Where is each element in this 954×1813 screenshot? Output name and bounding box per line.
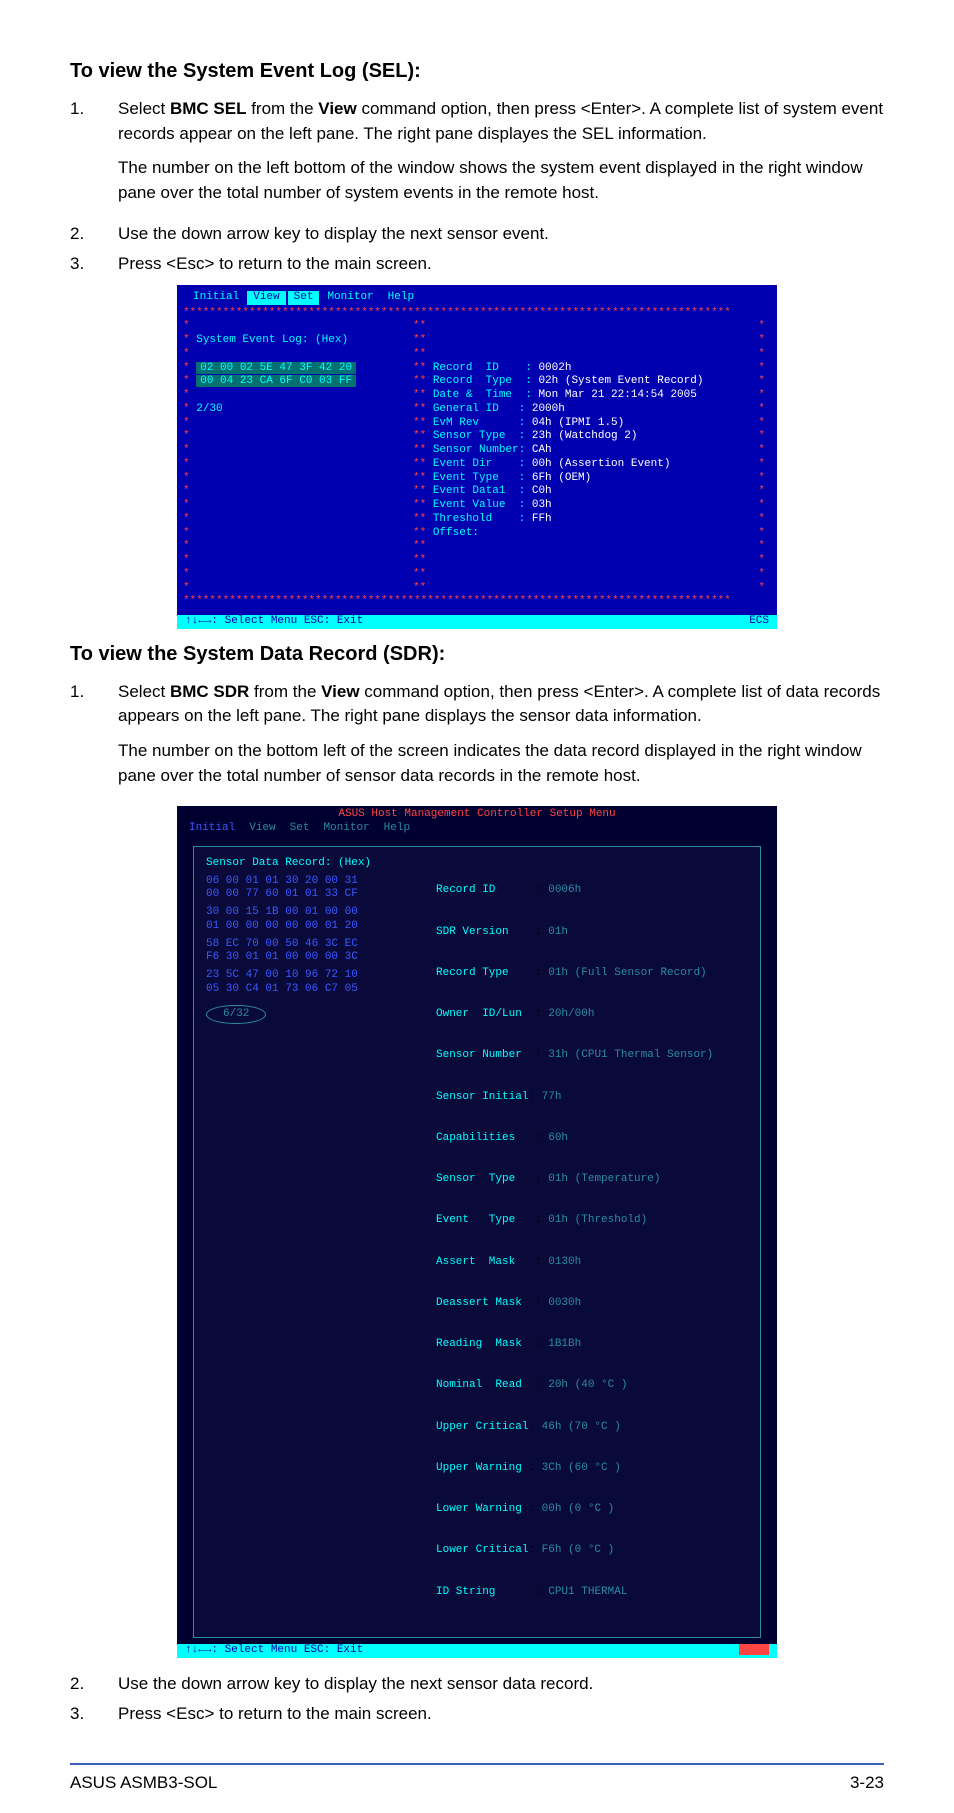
field-row: Upper Warning : 3Ch (60 °C ) [436,1462,748,1476]
field-row: ** Sensor Number: CAh* [413,444,771,458]
page-footer: ASUS ASMB3-SOL 3-23 [70,1763,884,1793]
field-row: ** Date & Time : Mon Mar 21 22:14:54 200… [413,389,771,403]
step-number: 2. [70,1672,118,1697]
field-row: ** Event Value : 03h* [413,499,771,513]
hex-line[interactable]: 02 00 02 5E 47 3F 42 20 [196,362,356,374]
sel-sub: The number on the left bottom of the win… [118,156,884,205]
menu-set[interactable]: Set [288,291,320,305]
field-row: ** Event Type : 6Fh (OEM)* [413,472,771,486]
hex-line[interactable]: 00 04 23 CA 6F C0 03 FF [196,375,356,387]
menu-initial[interactable]: Initial [183,822,241,836]
field-row: ** EvM Rev : 04h (IPMI 1.5)* [413,417,771,431]
step-text: Select BMC SEL from the View command opt… [118,97,884,216]
footer-right: ECS [749,615,769,629]
step-number: 1. [70,680,118,799]
menu-view[interactable]: View [243,822,281,836]
field-row: ** Threshold : FFh* [413,513,771,527]
field-row: Owner ID/Lun : 20h/00h [436,1008,748,1022]
field-row: ** Record Type : 02h (System Event Recor… [413,375,771,389]
sel-steps: 1. Select BMC SEL from the View command … [70,97,884,277]
field-row: Assert Mask : 0130h [436,1256,748,1270]
divider: ****************************************… [183,307,771,321]
step-text: Use the down arrow key to display the ne… [118,1672,884,1697]
field-row: ** Sensor Type : 23h (Watchdog 2)* [413,430,771,444]
hex-line: 30 00 15 1B 00 01 00 00 [206,906,436,920]
menu-help[interactable]: Help [378,822,416,836]
sdr-steps-cont: 2. Use the down arrow key to display the… [70,1672,884,1727]
record-counter: 6/32 [206,1005,266,1025]
menu-view[interactable]: View [247,291,285,305]
step-text: Select BMC SDR from the View command opt… [118,680,884,799]
sdr-steps: 1. Select BMC SDR from the View command … [70,680,884,799]
step-number: 3. [70,252,118,277]
menu-initial[interactable]: Initial [187,291,245,305]
field-row: Reading Mask : 1B1Bh [436,1338,748,1352]
footer-right: 3-23 [850,1773,884,1793]
window-title: ASUS Host Management Controller Setup Me… [177,806,777,822]
step-text: Press <Esc> to return to the main screen… [118,252,884,277]
left-title: System Event Log: (Hex) [196,334,348,346]
field-row: ** Offset:* [413,527,771,541]
field-row: Upper Critical: 46h (70 °C ) [436,1421,748,1435]
field-row: Record ID : 0006h [436,884,748,898]
footer-left: ↑↓←→: Select Menu ESC: Exit [185,615,363,629]
hex-line: 58 EC 70 00 50 46 3C EC [206,938,436,952]
hex-line: 05 30 C4 01 73 06 C7 05 [206,983,436,997]
sdr-screenshot: ASUS Host Management Controller Setup Me… [177,806,777,1657]
step-number: 1. [70,97,118,216]
menu-monitor[interactable]: Monitor [321,291,379,305]
field-row: Sensor Initial: 77h [436,1091,748,1105]
field-row: ** General ID : 2000h* [413,403,771,417]
field-row: ID String : CPU1 THERMAL [436,1586,748,1600]
sdr-heading: To view the System Data Record (SDR): [70,643,884,666]
field-row: Deassert Mask : 0030h [436,1297,748,1311]
hex-line: 01 00 00 00 00 00 01 20 [206,920,436,934]
left-title: Sensor Data Record: (Hex) [206,857,436,871]
footer-bar: ↑↓←→: Select Menu ESC: Exit [177,1644,777,1658]
footer-bar: ↑↓←→: Select Menu ESC: Exit ECS [177,615,777,629]
sel-screenshot: Initial View Set Monitor Help **********… [177,285,777,629]
sel-heading: To view the System Event Log (SEL): [70,60,884,83]
field-row: ** Record ID : 0002h* [413,362,771,376]
hex-line: 00 00 77 60 01 01 33 CF [206,888,436,902]
event-counter: 2/30 [196,403,222,415]
field-row: Lower Critical: F6h (0 °C ) [436,1544,748,1558]
hex-line: F6 30 01 01 00 00 00 3C [206,951,436,965]
step-number: 2. [70,222,118,247]
menu-set[interactable]: Set [284,822,316,836]
field-row: ** Event Dir : 00h (Assertion Event)* [413,458,771,472]
menu-monitor[interactable]: Monitor [317,822,375,836]
field-row: Event Type : 01h (Threshold) [436,1214,748,1228]
field-row: Lower Warning : 00h (0 °C ) [436,1503,748,1517]
field-row: Sensor Type : 01h (Temperature) [436,1173,748,1187]
field-row: Nominal Read : 20h (40 °C ) [436,1379,748,1393]
hex-line: 23 5C 47 00 10 96 72 10 [206,969,436,983]
hex-line: 06 00 01 01 30 20 00 31 [206,875,436,889]
field-row: ** Event Data1 : C0h* [413,485,771,499]
sdr-sub: The number on the bottom left of the scr… [118,739,884,788]
step-text: Press <Esc> to return to the main screen… [118,1702,884,1727]
menubar: Initial View Set Monitor Help [183,289,771,307]
divider: ****************************************… [183,595,771,609]
field-row: Record Type : 01h (Full Sensor Record) [436,967,748,981]
menubar: Initial View Set Monitor Help [177,822,777,836]
field-row: Sensor Number : 31h (CPU1 Thermal Sensor… [436,1049,748,1063]
menu-help[interactable]: Help [382,291,420,305]
step-number: 3. [70,1702,118,1727]
field-row: Capabilities : 60h [436,1132,748,1146]
step-text: Use the down arrow key to display the ne… [118,222,884,247]
footer-left: ASUS ASMB3-SOL [70,1773,217,1793]
field-row: SDR Version : 01h [436,926,748,940]
